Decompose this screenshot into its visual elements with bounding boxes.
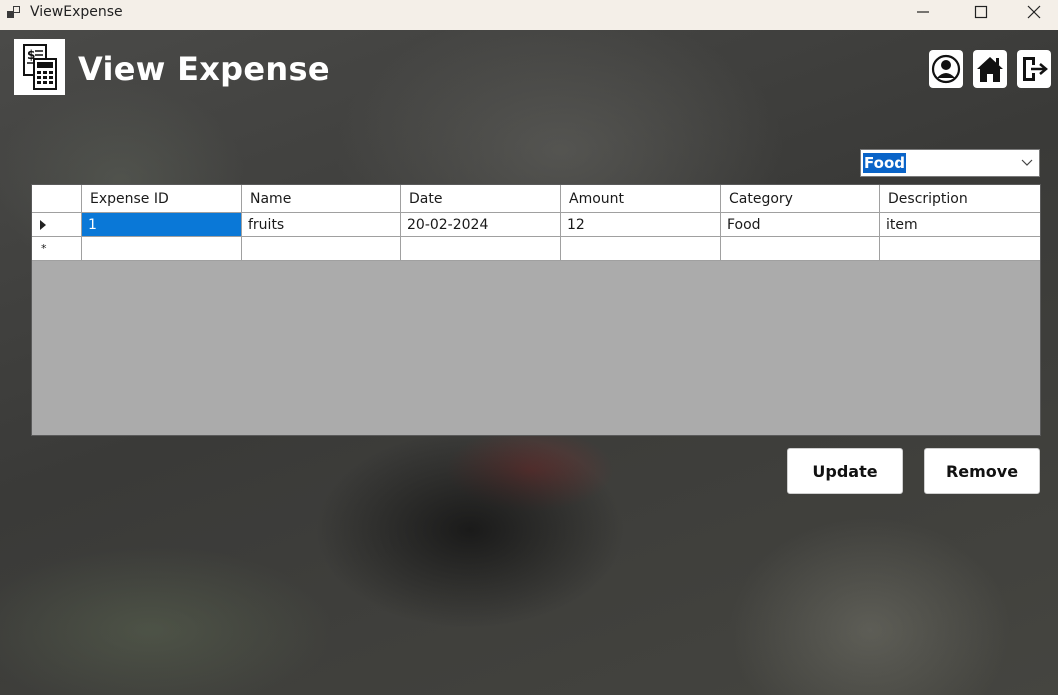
- page-title: View Expense: [78, 50, 330, 88]
- new-cell-name[interactable]: [242, 237, 401, 261]
- cell-category[interactable]: Food: [721, 213, 880, 237]
- app-icon: [7, 6, 20, 18]
- category-filter-dropdown[interactable]: Food: [860, 149, 1040, 177]
- column-header-expense-id[interactable]: Expense ID: [82, 185, 242, 213]
- column-header-name[interactable]: Name: [242, 185, 401, 213]
- row-selector-header: [32, 185, 82, 213]
- close-button[interactable]: [1010, 0, 1058, 24]
- column-header-amount[interactable]: Amount: [561, 185, 721, 213]
- row-selector[interactable]: [32, 213, 82, 237]
- title-bar: ViewExpense: [0, 0, 1058, 30]
- home-icon: [977, 57, 1003, 82]
- maximize-icon: [974, 5, 988, 19]
- app-window: ViewExpense $ View Expense Food Expense …: [0, 0, 1058, 695]
- chevron-down-icon: [1021, 159, 1033, 166]
- table-header-row: Expense ID Name Date Amount Category Des…: [32, 185, 1040, 213]
- cell-amount[interactable]: 12: [561, 213, 721, 237]
- cell-expense-id[interactable]: 1: [82, 213, 242, 237]
- cell-date[interactable]: 20-02-2024: [401, 213, 561, 237]
- column-header-category[interactable]: Category: [721, 185, 880, 213]
- new-cell-date[interactable]: [401, 237, 561, 261]
- update-button[interactable]: Update: [787, 448, 903, 494]
- maximize-button[interactable]: [952, 0, 1010, 24]
- minimize-button[interactable]: [894, 0, 952, 24]
- cell-name[interactable]: fruits: [242, 213, 401, 237]
- window-title: ViewExpense: [30, 4, 123, 20]
- current-row-arrow-icon: [40, 219, 46, 230]
- profile-button[interactable]: [929, 50, 963, 88]
- logout-button[interactable]: [1017, 50, 1051, 88]
- new-cell-category[interactable]: [721, 237, 880, 261]
- logout-icon: [1023, 57, 1048, 81]
- user-icon: [931, 54, 961, 84]
- new-cell-amount[interactable]: [561, 237, 721, 261]
- table-new-row[interactable]: *: [32, 237, 1040, 261]
- new-cell-description[interactable]: [880, 237, 1040, 261]
- category-filter-value: Food: [863, 153, 906, 173]
- column-header-description[interactable]: Description: [880, 185, 1040, 213]
- expense-table[interactable]: Expense ID Name Date Amount Category Des…: [31, 184, 1041, 436]
- remove-button[interactable]: Remove: [924, 448, 1040, 494]
- calculator-invoice-icon: $: [22, 44, 57, 90]
- cell-description[interactable]: item: [880, 213, 1040, 237]
- new-cell-expense-id[interactable]: [82, 237, 242, 261]
- column-header-date[interactable]: Date: [401, 185, 561, 213]
- home-button[interactable]: [973, 50, 1007, 88]
- new-row-marker[interactable]: *: [32, 237, 82, 261]
- app-logo: $: [14, 39, 65, 95]
- minimize-icon: [917, 11, 929, 13]
- close-icon: [1027, 5, 1041, 19]
- table-row[interactable]: 1 fruits 20-02-2024 12 Food item: [32, 213, 1040, 237]
